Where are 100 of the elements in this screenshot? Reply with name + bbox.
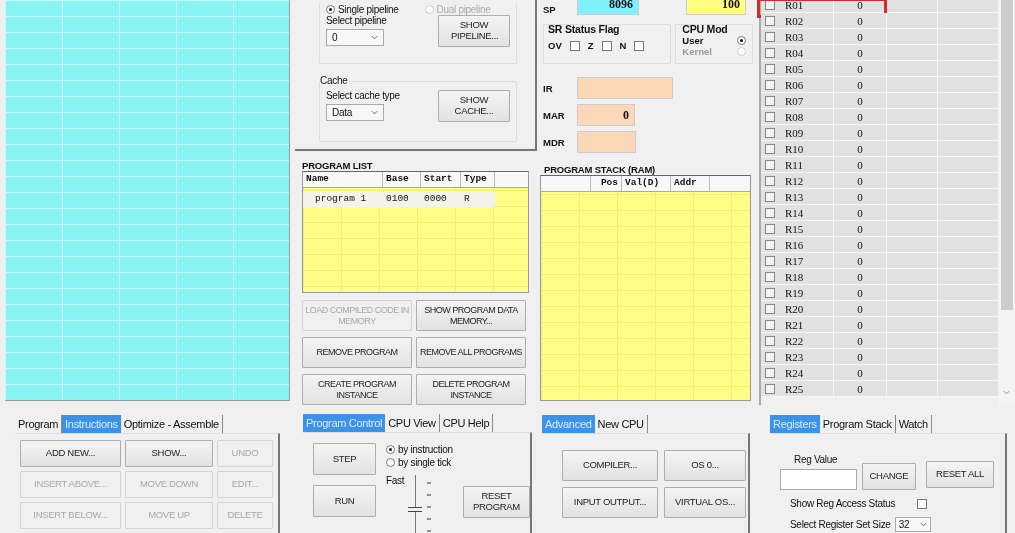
tab[interactable]: New CPU <box>594 415 648 433</box>
advanced-button[interactable]: COMPILER... <box>562 450 658 481</box>
mode-radio[interactable] <box>737 36 746 45</box>
register-value: 0 <box>834 348 887 365</box>
register-checkbox[interactable] <box>765 351 775 362</box>
register-label: SP <box>543 4 557 15</box>
register-value: 0 <box>834 124 887 141</box>
column-header: Val(D) <box>622 176 671 191</box>
register-checkbox[interactable] <box>765 95 775 106</box>
program-button[interactable]: REMOVE PROGRAM <box>302 337 412 368</box>
tab[interactable]: CPU View <box>385 414 440 432</box>
register-value: 0 <box>834 332 887 349</box>
tab[interactable]: CPU Help <box>439 414 494 432</box>
register-checkbox[interactable] <box>765 287 775 298</box>
register-name: R22 <box>775 332 834 349</box>
show-cache-button[interactable]: SHOW CACHE... <box>438 90 510 122</box>
register-checkbox[interactable] <box>765 143 775 154</box>
register-checkbox[interactable] <box>765 239 775 250</box>
advanced-button[interactable]: INPUT OUTPUT... <box>562 487 658 518</box>
register-checkbox[interactable] <box>765 207 775 218</box>
register-value: 0 <box>834 364 887 381</box>
register-checkbox[interactable] <box>765 159 775 170</box>
scrollbar[interactable] <box>998 0 1015 405</box>
program-button[interactable]: CREATE PROGRAM INSTANCE <box>302 374 412 405</box>
advanced-button[interactable]: VIRTUAL OS... <box>664 487 746 518</box>
register-checkbox[interactable] <box>765 31 775 42</box>
flag-checkbox[interactable] <box>601 40 612 51</box>
register-checkbox[interactable] <box>765 383 775 394</box>
tab[interactable]: Optimize - Assemble <box>120 415 223 433</box>
column-header: Start <box>421 172 461 187</box>
register-name: R07 <box>775 92 834 109</box>
tab[interactable]: Program Stack <box>819 415 896 433</box>
group-title: SR Status Flag <box>548 23 621 35</box>
program-button[interactable]: SHOW PROGRAM DATA MEMORY... <box>416 300 526 331</box>
register-checkbox[interactable] <box>765 255 775 266</box>
advanced-button[interactable]: OS 0... <box>664 450 746 481</box>
flag-checkbox[interactable] <box>634 40 645 51</box>
cache-dropdown[interactable]: Data <box>326 104 384 121</box>
program-row[interactable]: program 1 0100 0000 R <box>303 191 528 207</box>
flag-label: OV <box>548 40 562 51</box>
register-name: R17 <box>775 252 834 269</box>
register-checkbox[interactable] <box>765 63 775 74</box>
register-checkbox[interactable] <box>765 15 775 26</box>
register-checkbox[interactable] <box>765 111 775 122</box>
register-checkbox[interactable] <box>765 127 775 138</box>
register-value: 0 <box>834 140 887 157</box>
access-status-checkbox[interactable] <box>917 498 928 509</box>
register-size-dropdown[interactable]: 32 <box>894 517 931 532</box>
radio-label: Dual pipeline <box>436 3 491 15</box>
column-header: Base <box>383 172 421 187</box>
register-value: 0 <box>834 188 887 205</box>
register-checkbox[interactable] <box>765 319 775 330</box>
speed-slider[interactable] <box>408 475 423 533</box>
register-value: 0 <box>834 204 887 221</box>
register-field[interactable] <box>577 77 673 99</box>
reg-value-field[interactable] <box>780 469 857 490</box>
flag-checkbox[interactable] <box>569 40 580 51</box>
register-name: R04 <box>775 44 834 61</box>
program-button[interactable]: REMOVE ALL PROGRAMS <box>416 337 526 368</box>
register-checkbox[interactable] <box>765 79 775 90</box>
reset-program-button[interactable]: RESET PROGRAM <box>462 486 530 518</box>
register-label: MAR <box>543 109 566 121</box>
register-name: R12 <box>775 172 834 189</box>
step-button[interactable]: STEP <box>313 443 376 475</box>
instruction-button[interactable]: ADD NEW... <box>20 440 121 467</box>
register-field[interactable]: 0 <box>577 104 635 126</box>
sr-field[interactable]: 100 <box>686 0 746 15</box>
register-checkbox[interactable] <box>765 367 775 378</box>
radio-button[interactable] <box>326 4 335 14</box>
column-header: Addr <box>671 176 710 191</box>
run-button[interactable]: RUN <box>313 485 376 517</box>
tab[interactable]: Watch <box>895 415 932 433</box>
column-header: Name <box>303 172 383 187</box>
register-name: R16 <box>775 236 834 253</box>
register-checkbox[interactable] <box>765 0 775 10</box>
register-field[interactable] <box>577 131 636 153</box>
reset-all-button[interactable]: RESET ALL <box>926 461 994 488</box>
register-value: 0 <box>834 60 887 77</box>
register-checkbox[interactable] <box>765 271 775 282</box>
flag-label: Z <box>587 40 594 51</box>
program-button[interactable]: DELETE PROGRAM INSTANCE <box>416 374 526 405</box>
register-value: 0 <box>834 252 887 269</box>
register-checkbox[interactable] <box>765 175 775 186</box>
register-checkbox[interactable] <box>765 335 775 346</box>
register-value: 0 <box>834 172 887 189</box>
register-checkbox[interactable] <box>765 223 775 234</box>
register-value: 0 <box>834 0 887 13</box>
register-checkbox[interactable] <box>765 191 775 202</box>
register-checkbox[interactable] <box>765 47 775 58</box>
sp-field[interactable]: 8096 <box>577 0 639 15</box>
radio-label: Single pipeline <box>338 3 399 15</box>
register-checkbox[interactable] <box>765 303 775 314</box>
change-button[interactable]: CHANGE <box>862 463 916 490</box>
scroll-down-icon[interactable] <box>1003 390 1010 395</box>
instruction-button[interactable]: SHOW... <box>125 440 213 467</box>
show-pipeline-button[interactable]: SHOW PIPELINE... <box>438 15 510 47</box>
radio-button[interactable] <box>386 457 395 467</box>
pipeline-dropdown[interactable]: 0 <box>326 29 384 46</box>
radio-button[interactable] <box>386 444 395 454</box>
register-name: R01 <box>775 0 834 13</box>
